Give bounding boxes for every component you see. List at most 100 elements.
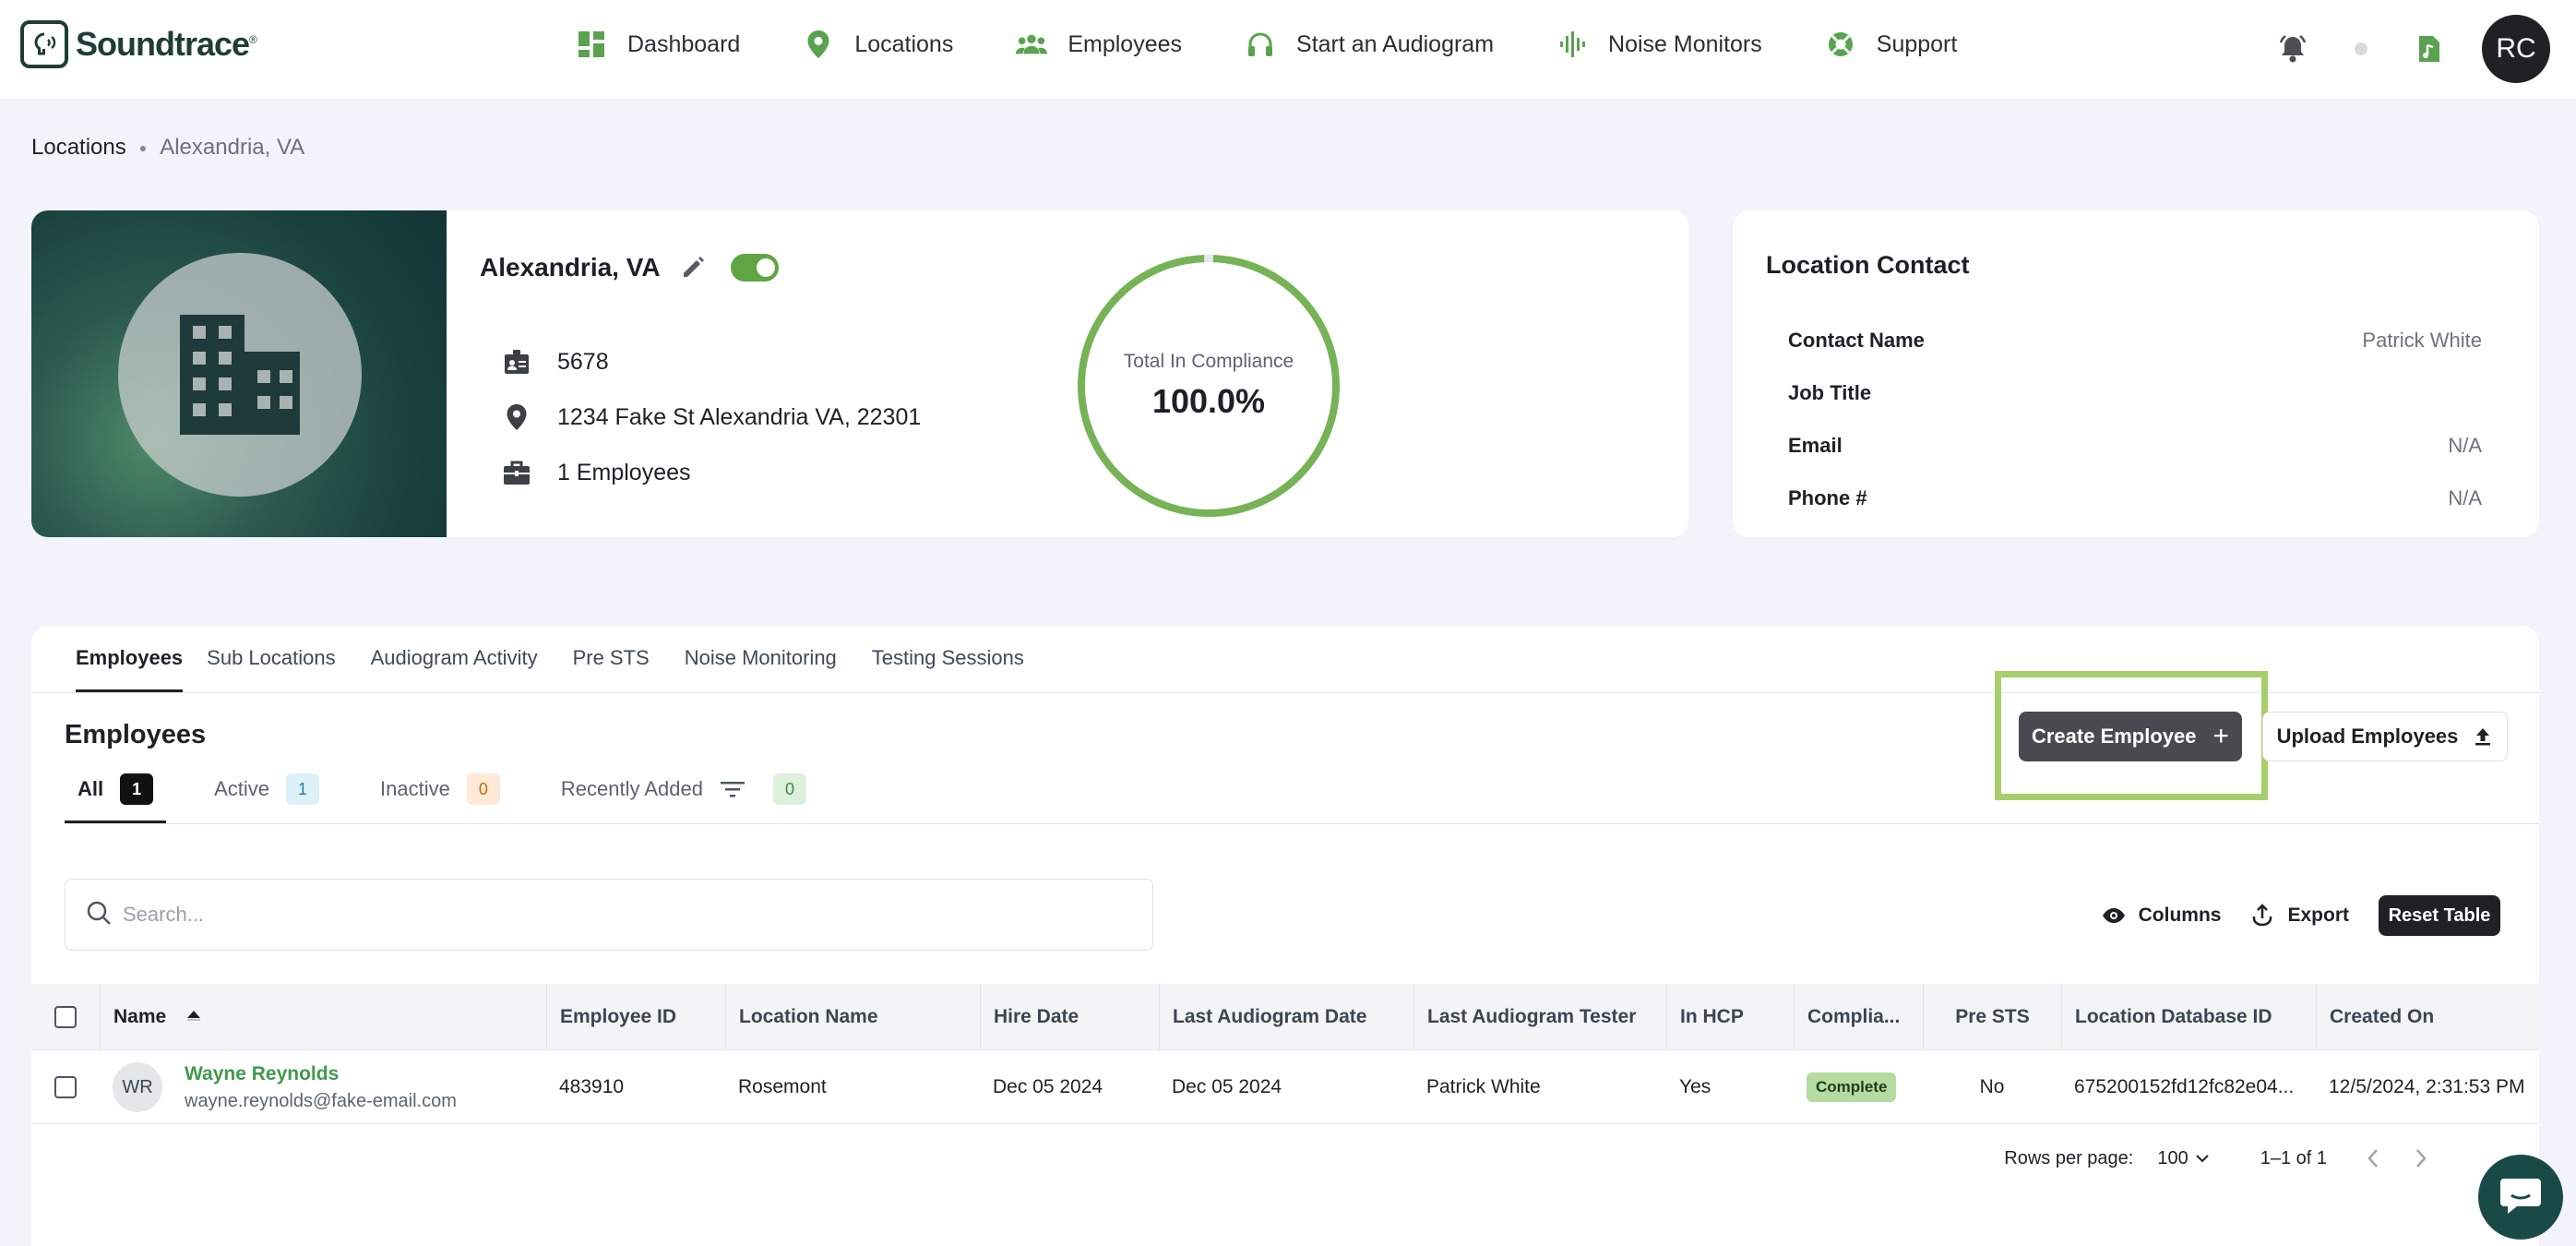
status-badge: Complete [1807,1072,1897,1102]
export-button[interactable]: Export [2250,904,2349,928]
filter-recently-added[interactable]: Recently Added 0 [548,773,819,823]
map-pin-icon [502,402,531,432]
nav-noise-monitors[interactable]: Noise Monitors [1556,29,1762,60]
status-dot-icon [2345,33,2377,65]
table-tools: Columns Export Reset Table [2102,895,2500,936]
th-created-on[interactable]: Created On [2316,984,2539,1050]
tab-audiogram-activity[interactable]: Audiogram Activity [371,646,538,692]
th-compliance[interactable]: Complia... [1794,984,1923,1050]
tab-employees[interactable]: Employees [76,646,184,692]
th-location-name[interactable]: Location Name [725,984,980,1050]
tab-noise-monitoring[interactable]: Noise Monitoring [685,646,837,692]
email-value: N/A [2448,434,2482,457]
row-checkbox[interactable] [54,1076,77,1098]
employees-panel: Employees Sub Locations Audiogram Activi… [31,626,2539,1246]
select-all-checkbox[interactable] [54,1006,77,1028]
upload-employees-label: Upload Employees [2276,725,2459,748]
compliance-gauge: Total In Compliance 100.0% [1074,251,1343,521]
eye-icon [2102,904,2126,928]
select-all-cell [31,984,100,1050]
contact-title: Location Contact [1766,251,1970,279]
th-last-audiogram-date[interactable]: Last Audiogram Date [1159,984,1413,1050]
table-header: Name Employee ID Location Name Hire Date… [31,984,2539,1050]
location-tabs: Employees Sub Locations Audiogram Activi… [76,626,1059,692]
th-name[interactable]: Name [100,984,546,1050]
breadcrumb-locations[interactable]: Locations [31,135,126,161]
edit-pencil-icon[interactable] [679,254,707,282]
contact-row-email: Email N/A [1788,434,2482,458]
compliance-text: Total In Compliance 100.0% [1074,251,1343,521]
employee-name-link[interactable]: Wayne Reynolds [185,1063,457,1085]
row-location-db-id: 675200152fd12fc82e04... [2074,1076,2295,1097]
audio-file-icon[interactable] [2414,33,2445,65]
employee-email: wayne.reynolds@fake-email.com [185,1090,457,1111]
contact-row-name: Contact Name Patrick White [1788,329,2482,353]
id-badge-icon [502,347,531,377]
prev-page-icon[interactable] [2362,1147,2384,1169]
table-row[interactable]: WR Wayne Reynolds wayne.reynolds@fake-em… [31,1050,2539,1124]
employee-name-block: Wayne Reynolds wayne.reynolds@fake-email… [185,1063,457,1112]
filter-inactive-label: Inactive [380,777,450,800]
rows-per-page-select[interactable]: 100 [2157,1148,2209,1169]
filter-all-count: 1 [120,773,154,805]
create-employee-button[interactable]: Create Employee + [2019,712,2242,761]
location-id-row: 5678 [502,334,921,389]
search-input[interactable] [123,903,1119,927]
th-pre-sts[interactable]: Pre STS [1923,984,2061,1050]
filter-inactive[interactable]: Inactive 0 [367,773,513,823]
chat-widget-button[interactable] [2478,1155,2563,1240]
th-location-database-id[interactable]: Location Database ID [2061,984,2316,1050]
user-avatar[interactable]: RC [2482,15,2550,83]
compliance-label: Total In Compliance [1123,351,1294,372]
next-page-icon[interactable] [2410,1147,2432,1169]
filter-lines-icon[interactable] [720,778,745,800]
tab-testing-sessions[interactable]: Testing Sessions [872,646,1024,692]
row-pre-sts: No [1979,1076,2005,1097]
location-employees-row: 1 Employees [502,445,921,500]
th-last-audiogram-tester[interactable]: Last Audiogram Tester [1413,984,1666,1050]
breadcrumb-separator-icon: ● [138,140,148,155]
search-box[interactable] [65,879,1153,951]
compliance-value: 100.0% [1151,382,1266,420]
row-created-on: 12/5/2024, 2:31:53 PM [2329,1076,2525,1097]
filter-active[interactable]: Active 1 [201,773,332,823]
nav-support[interactable]: Support [1825,29,1958,60]
sort-arrow-icon[interactable] [185,1006,203,1028]
nav-start-audiogram[interactable]: Start an Audiogram [1245,29,1494,60]
filter-recently-added-count: 0 [772,773,806,805]
row-in-hcp: Yes [1679,1076,1711,1097]
bell-icon[interactable] [2277,33,2308,65]
th-employee-id[interactable]: Employee ID [546,984,725,1050]
nav-dashboard-label: Dashboard [627,30,741,57]
chat-bubble-icon [2498,1175,2543,1220]
nav-locations[interactable]: Locations [803,29,953,60]
top-right-actions: RC [2277,15,2550,83]
reset-table-button[interactable]: Reset Table [2379,895,2500,936]
upload-employees-button[interactable]: Upload Employees [2262,712,2508,761]
nav-support-label: Support [1876,30,1958,57]
tab-pre-sts[interactable]: Pre STS [573,646,650,692]
active-toggle[interactable] [730,254,779,282]
nav-employees[interactable]: Employees [1016,29,1182,60]
location-address: 1234 Fake St Alexandria VA, 22301 [557,403,922,430]
th-in-hcp[interactable]: In HCP [1666,984,1794,1050]
chevron-down-icon [2195,1152,2209,1165]
logo[interactable]: Soundtrace® [20,20,257,68]
columns-button[interactable]: Columns [2102,904,2221,928]
location-info: 5678 1234 Fake St Alexandria VA, 22301 1… [502,334,921,500]
dashboard-icon [576,29,607,60]
tab-sub-locations[interactable]: Sub Locations [207,646,335,692]
create-employee-label: Create Employee [2031,725,2197,748]
lifebuoy-icon [1825,29,1856,60]
filter-all[interactable]: All 1 [65,773,167,823]
contact-name-value: Patrick White [2362,329,2482,352]
th-hire-date[interactable]: Hire Date [980,984,1159,1050]
filter-active-label: Active [214,777,270,800]
contact-row-job-title: Job Title [1788,381,2482,405]
building-icon [118,253,362,497]
nav-dashboard[interactable]: Dashboard [576,29,740,60]
filter-inactive-count: 0 [466,773,500,805]
nav-locations-label: Locations [854,30,954,57]
row-employee-id: 483910 [559,1076,625,1097]
pagination: Rows per page: 100 1–1 of 1 [2004,1143,2458,1174]
